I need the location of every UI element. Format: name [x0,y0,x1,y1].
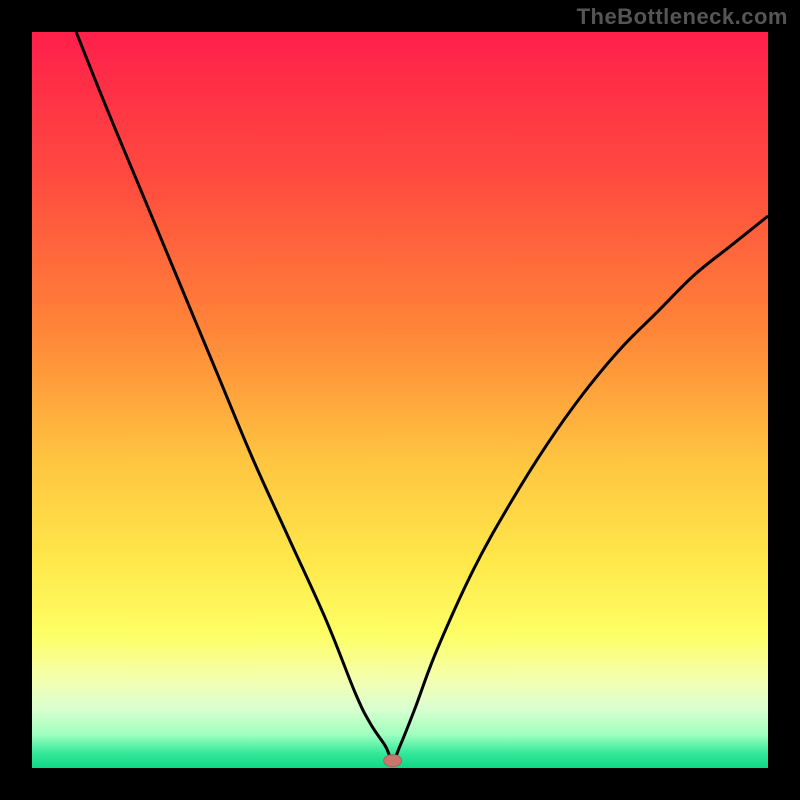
plot-area [32,32,768,768]
gradient-background [32,32,768,768]
watermark-text: TheBottleneck.com [577,4,788,30]
bottleneck-chart [32,32,768,768]
minimum-marker [384,755,402,767]
chart-frame: TheBottleneck.com [0,0,800,800]
